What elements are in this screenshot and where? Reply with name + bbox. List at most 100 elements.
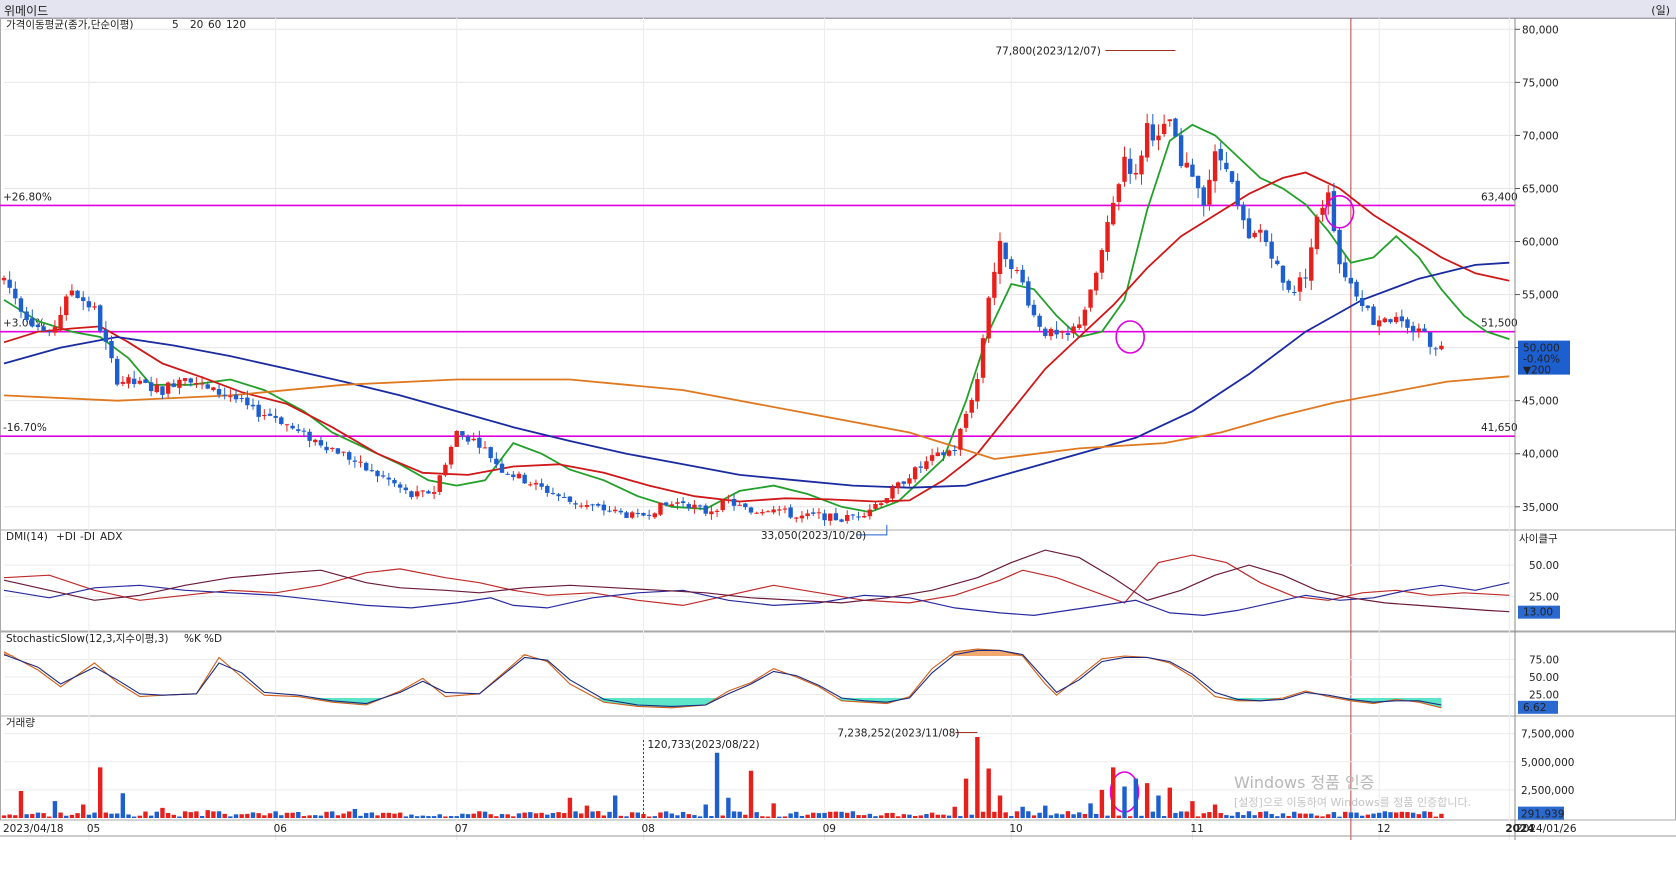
price-tick-label: 80,000 — [1522, 24, 1559, 36]
candle-body — [1054, 329, 1059, 335]
volume-bar — [1077, 812, 1082, 818]
candle-body — [658, 502, 663, 515]
ma-period-label: 60 — [208, 19, 221, 31]
dmi-last-value: 13.00 — [1523, 607, 1553, 619]
volume-bar — [726, 797, 731, 818]
stoch-tick-label: 25.00 — [1529, 690, 1559, 702]
volume-bar — [1094, 813, 1099, 818]
candle-body — [35, 324, 41, 328]
candle-body — [482, 447, 488, 449]
volume-bar — [952, 806, 957, 818]
volume-bar — [675, 815, 680, 818]
volume-bar — [596, 811, 601, 818]
candle-body — [1071, 326, 1076, 334]
candle-body — [1252, 232, 1257, 238]
volume-bar — [867, 813, 873, 818]
candle-body — [403, 487, 409, 491]
vol-high-annotation: 7,238,252(2023/11/08) — [837, 728, 959, 740]
chart-canvas[interactable]: +26.80% 63,400 +3.00% 51,500 -16.70% 41,650 3… — [0, 0, 1676, 893]
volume-bar — [137, 815, 143, 818]
volume-bar — [1241, 815, 1246, 818]
dmi-adx-line — [3, 549, 1510, 613]
volume-bar — [1354, 812, 1359, 818]
stoch-last-value: 6.62 — [1523, 702, 1546, 714]
candle-body — [1371, 306, 1376, 325]
candle-body — [137, 380, 143, 384]
candle-body — [1082, 309, 1088, 326]
candle-body — [313, 439, 318, 443]
volume-bar — [748, 770, 754, 818]
candle-body — [760, 512, 765, 514]
volume-bar — [629, 812, 635, 818]
volume-bar — [833, 811, 839, 818]
candle-body — [697, 505, 703, 507]
panel-frame-1 — [0, 529, 1676, 632]
candle-body — [335, 448, 341, 454]
candle-body — [1235, 180, 1240, 206]
volume-bar — [81, 804, 86, 818]
candle-body — [1241, 204, 1246, 221]
candle-body — [590, 504, 595, 506]
volume-bar — [737, 811, 742, 818]
stoch-overbought-fill — [4, 649, 1442, 656]
volume-bar — [828, 811, 833, 818]
candle-body — [352, 460, 358, 462]
volume-bar — [658, 812, 663, 818]
volume-bar — [1286, 815, 1291, 818]
vol-low-annotation: 120,733(2023/08/22) — [647, 739, 759, 751]
volume-bar — [171, 814, 176, 818]
dmi-plus-label: +DI — [56, 531, 76, 543]
candle-body — [533, 482, 539, 485]
candle-body — [216, 389, 222, 395]
price-tick-label: 60,000 — [1522, 237, 1559, 249]
volume-bar — [267, 813, 273, 818]
volume-bar — [324, 811, 329, 818]
low-annotation: 33,050(2023/10/20) — [761, 530, 866, 542]
candle-body — [601, 504, 607, 511]
volume-bar — [703, 804, 708, 818]
candle-body — [81, 297, 86, 301]
candle-body — [1297, 277, 1303, 292]
volume-bar — [279, 815, 284, 818]
volume-bar — [1314, 815, 1320, 818]
volume-bar — [765, 816, 771, 818]
candle-body — [228, 396, 233, 398]
candle-body — [1127, 158, 1133, 174]
volume-bar — [1031, 815, 1037, 818]
candle-body — [143, 379, 148, 383]
volume-bar — [1003, 812, 1008, 818]
ma-period-label: 20 — [190, 19, 203, 31]
volume-bar — [494, 816, 499, 818]
volume-bar — [1263, 811, 1269, 818]
candle-body — [1031, 304, 1037, 316]
candle-body — [120, 381, 126, 384]
volume-bar — [363, 813, 369, 818]
candle-body — [1009, 259, 1014, 270]
candle-body — [279, 417, 284, 424]
volume-bar — [414, 816, 420, 818]
volume-bar — [460, 813, 465, 818]
candle-body — [856, 516, 861, 518]
candle-body — [805, 513, 810, 517]
candle-body — [211, 387, 216, 391]
dmi-tick-label: 25.00 — [1529, 592, 1559, 604]
candle-body — [1105, 222, 1110, 252]
candle-body — [1139, 155, 1144, 175]
candle-body — [629, 512, 635, 518]
dmi-minus-label: -DI — [80, 531, 95, 543]
candle-body — [358, 461, 363, 463]
candle-body — [488, 447, 493, 459]
volume-bar — [624, 816, 629, 818]
candle-body — [709, 511, 714, 515]
candle-body — [895, 482, 901, 488]
volume-bar — [35, 812, 41, 818]
candle-body — [86, 301, 92, 308]
candle-body — [612, 509, 618, 512]
x-tick-label: 05 — [87, 823, 100, 835]
candle-body — [1320, 207, 1325, 215]
candle-body — [98, 305, 103, 331]
x-end-label: 2024/01/26 — [1516, 823, 1577, 835]
volume-bar — [1348, 812, 1354, 818]
volume-bar — [499, 814, 505, 818]
candle-body — [845, 514, 850, 521]
